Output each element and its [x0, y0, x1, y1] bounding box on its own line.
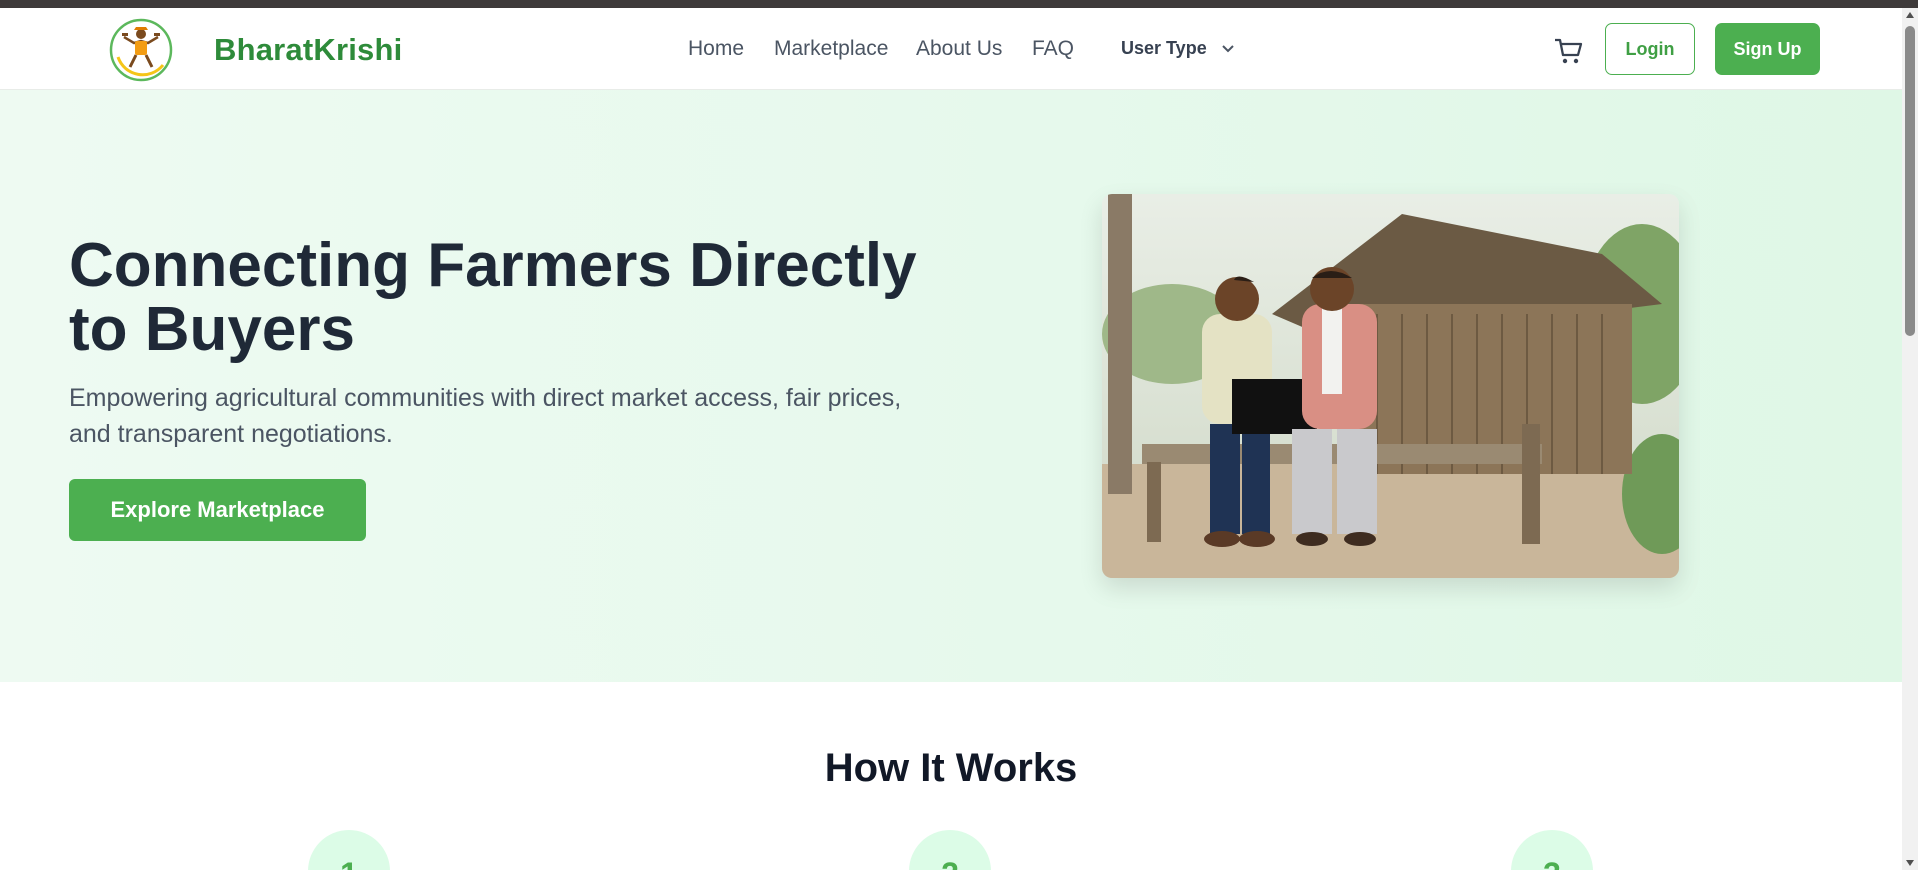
user-type-label: User Type [1121, 38, 1207, 58]
farmers-with-laptop-photo [1102, 194, 1679, 578]
farmer-logo-icon[interactable] [108, 17, 174, 83]
signup-button[interactable]: Sign Up [1715, 23, 1820, 75]
step-1-badge: 1 [308, 830, 390, 870]
navbar: BharatKrishi Home Marketplace About Us F… [0, 8, 1902, 90]
page-scrollbar[interactable] [1902, 8, 1918, 870]
step-3-badge: 3 [1511, 830, 1593, 870]
cart-icon[interactable] [1553, 35, 1585, 67]
step-2-badge: 2 [909, 830, 991, 870]
user-type-dropdown[interactable]: User Type [1121, 38, 1235, 59]
chevron-down-icon [1221, 38, 1235, 59]
scroll-down-arrow-icon[interactable] [1906, 860, 1914, 866]
hero-title: Connecting Farmers Directly to Buyers [69, 231, 917, 364]
how-it-works-title: How It Works [824, 746, 1078, 790]
nav-faq[interactable]: FAQ [1032, 37, 1074, 61]
nav-home[interactable]: Home [688, 37, 744, 61]
hero-subtitle: Empowering agricultural communities with… [69, 384, 902, 448]
hero-section: Connecting Farmers Directly to Buyers Em… [0, 90, 1902, 682]
scroll-thumb[interactable] [1905, 26, 1915, 336]
browser-top-strip [0, 0, 1918, 8]
brand-name[interactable]: BharatKrishi [214, 32, 402, 68]
nav-marketplace[interactable]: Marketplace [774, 37, 888, 61]
login-button[interactable]: Login [1605, 23, 1695, 75]
nav-about-us[interactable]: About Us [916, 37, 1002, 61]
scroll-up-arrow-icon[interactable] [1906, 12, 1914, 18]
explore-marketplace-button[interactable]: Explore Marketplace [69, 479, 366, 541]
